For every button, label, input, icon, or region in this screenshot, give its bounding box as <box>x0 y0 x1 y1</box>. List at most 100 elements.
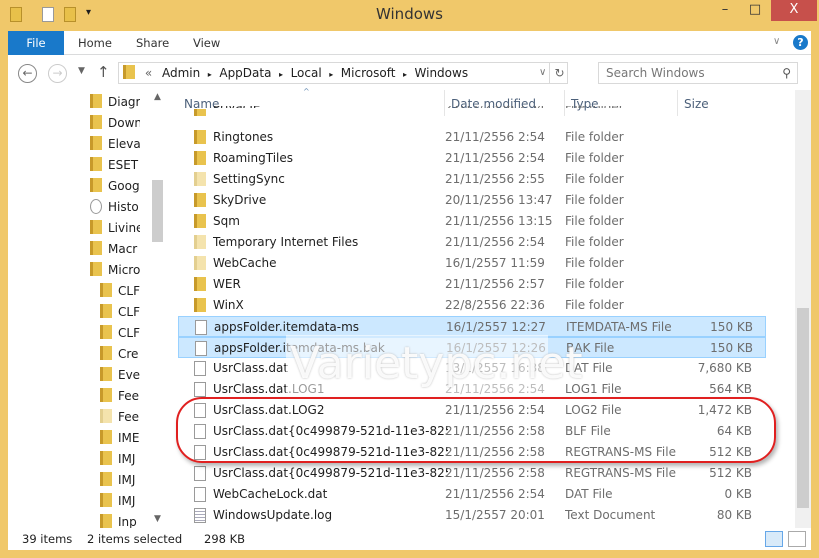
nav-item[interactable]: Fee <box>100 386 140 407</box>
file-date: 21/11/2556 2:54 <box>445 487 545 501</box>
file-row[interactable]: Sqm 21/11/2556 13:15 File folder <box>178 211 766 232</box>
nav-item[interactable]: ESET <box>90 155 140 176</box>
nav-item-label: Elevat <box>108 137 140 151</box>
file-name: UsrClass.dat{0c499879-521d-11e3-8250-7..… <box>213 466 448 480</box>
file-date: 21/11/2556 2:57 <box>445 277 545 291</box>
file-scroll-thumb[interactable] <box>797 308 809 508</box>
folder-icon <box>100 430 112 444</box>
crumb-local[interactable]: Local <box>291 66 322 80</box>
file-size: 7,680 KB <box>697 361 752 375</box>
file-date: 20/11/2556 13:47 <box>445 193 553 207</box>
nav-scroll-thumb[interactable] <box>152 180 163 242</box>
file-row[interactable]: SettingSync 21/11/2556 2:55 File folder <box>178 169 766 190</box>
nav-item[interactable]: Cre <box>100 344 140 365</box>
status-bar: 39 items 2 items selected 298 KB <box>8 528 811 550</box>
crumb-appdata[interactable]: AppData <box>219 66 271 80</box>
help-icon[interactable]: ? <box>793 35 808 50</box>
nav-item-label: IMJ <box>118 473 136 487</box>
folder-icon <box>100 514 112 528</box>
maximize-button[interactable]: □ <box>740 0 770 21</box>
expand-ribbon-icon[interactable]: ∨ <box>773 36 780 47</box>
back-button[interactable]: ← <box>18 64 37 83</box>
recent-locations-icon[interactable]: ▼ <box>78 66 85 76</box>
file-row[interactable]: UsrClass.dat{0c499879-521d-11e3-8250-7..… <box>178 463 766 484</box>
minimize-button[interactable]: – <box>710 0 740 21</box>
file-type: File folder <box>565 130 624 144</box>
content-area: Diagr Down Elevat ESET Goog Histo Livine Macr Mi… <box>8 87 811 529</box>
large-icons-view-button[interactable] <box>788 531 806 547</box>
folder-icon <box>194 235 206 249</box>
nav-item[interactable]: CLF <box>100 302 140 323</box>
nav-item[interactable]: Elevat <box>90 134 140 155</box>
details-view-button[interactable] <box>765 531 783 547</box>
folder-icon <box>90 241 102 255</box>
nav-item[interactable]: IMJ <box>100 491 140 512</box>
overflow-crumbs[interactable]: « <box>145 66 152 80</box>
nav-item[interactable]: Fee <box>100 407 140 428</box>
selection-size: 298 KB <box>204 532 246 546</box>
address-dropdown-icon[interactable]: ∨ <box>539 63 546 83</box>
file-row[interactable]: PrivacIE21/11/2556 2:54 File folder <box>178 106 766 116</box>
file-date: 22/8/2556 22:36 <box>445 298 545 312</box>
nav-item[interactable]: CLF <box>100 281 140 302</box>
nav-item[interactable]: Micro <box>90 260 140 281</box>
file-type: File folder <box>565 193 624 207</box>
nav-item[interactable]: IMJ <box>100 449 140 470</box>
folder-icon <box>194 298 206 312</box>
file-row[interactable]: RoamingTiles 21/11/2556 2:54 File folder <box>178 148 766 169</box>
nav-item[interactable]: Histo <box>90 197 140 218</box>
nav-item-label: CLF <box>118 284 140 298</box>
folder-icon <box>90 136 102 150</box>
nav-item-label: Eve <box>118 368 140 382</box>
nav-item[interactable]: Diagr <box>90 92 140 113</box>
nav-item[interactable]: CLF <box>100 323 140 344</box>
address-bar[interactable]: « Admin ▸ AppData ▸ Local ▸ Microsoft ▸ … <box>118 62 568 84</box>
nav-item[interactable]: IMJ <box>100 470 140 491</box>
refresh-icon[interactable]: ↻ <box>549 63 569 83</box>
nav-item[interactable]: Goog <box>90 176 140 197</box>
up-button[interactable]: ↑ <box>97 63 110 81</box>
file-row[interactable]: WinX 22/8/2556 22:36 File folder <box>178 295 766 316</box>
file-row[interactable]: appsFolder.itemdata-ms 16/1/2557 12:27 ITE… <box>178 316 766 337</box>
close-button[interactable]: X <box>771 0 817 21</box>
folder-icon <box>100 388 112 402</box>
forward-button[interactable]: → <box>48 64 67 83</box>
nav-item[interactable]: Macr <box>90 239 140 260</box>
file-size: 512 KB <box>709 466 752 480</box>
file-row[interactable]: WebCacheLock.dat 21/11/2556 2:54 DAT File 0… <box>178 484 766 505</box>
file-date: 15/1/2557 20:01 <box>445 508 545 522</box>
file-name: WebCache <box>213 256 277 270</box>
nav-item[interactable]: IME <box>100 428 140 449</box>
window-title: Windows <box>376 5 443 23</box>
folder-icon <box>194 256 206 270</box>
nav-item[interactable]: Livine <box>90 218 140 239</box>
file-type: REGTRANS-MS File <box>565 466 676 480</box>
crumb-microsoft[interactable]: Microsoft <box>341 66 396 80</box>
nav-scrollbar[interactable] <box>150 90 163 528</box>
crumb-windows[interactable]: Windows <box>415 66 469 80</box>
file-row[interactable]: WebCache 16/1/2557 11:59 File folder <box>178 253 766 274</box>
tab-view[interactable]: View <box>179 31 234 55</box>
file-icon <box>195 320 207 335</box>
nav-item[interactable]: Eve <box>100 365 140 386</box>
nav-item[interactable]: Down <box>90 113 140 134</box>
file-row[interactable]: SkyDrive 20/11/2556 13:47 File folder <box>178 190 766 211</box>
folder-icon <box>123 65 135 79</box>
tab-share[interactable]: Share <box>122 31 183 55</box>
file-row[interactable]: Temporary Internet Files 21/11/2556 2:54 F… <box>178 232 766 253</box>
folder-icon <box>90 220 102 234</box>
folder-icon <box>100 451 112 465</box>
file-row[interactable]: WindowsUpdate.log 15/1/2557 20:01 Text Doc… <box>178 505 766 526</box>
file-row[interactable]: Ringtones 21/11/2556 2:54 File folder <box>178 127 766 148</box>
nav-item-label: Micro <box>108 263 140 277</box>
search-input[interactable]: Search Windows ⚲ <box>598 62 798 84</box>
nav-item-label: Cre <box>118 347 139 361</box>
crumb-admin[interactable]: Admin <box>162 66 200 80</box>
nav-item-label: Histo <box>108 200 139 214</box>
scroll-down-icon[interactable]: ▼ <box>154 514 161 524</box>
scroll-up-icon[interactable]: ▲ <box>154 92 161 102</box>
file-row[interactable]: WER 21/11/2556 2:57 File folder <box>178 274 766 295</box>
tab-home[interactable]: Home <box>64 31 126 55</box>
file-type: ITEMDATA-MS File <box>566 320 672 334</box>
tab-file[interactable]: File <box>8 31 64 55</box>
